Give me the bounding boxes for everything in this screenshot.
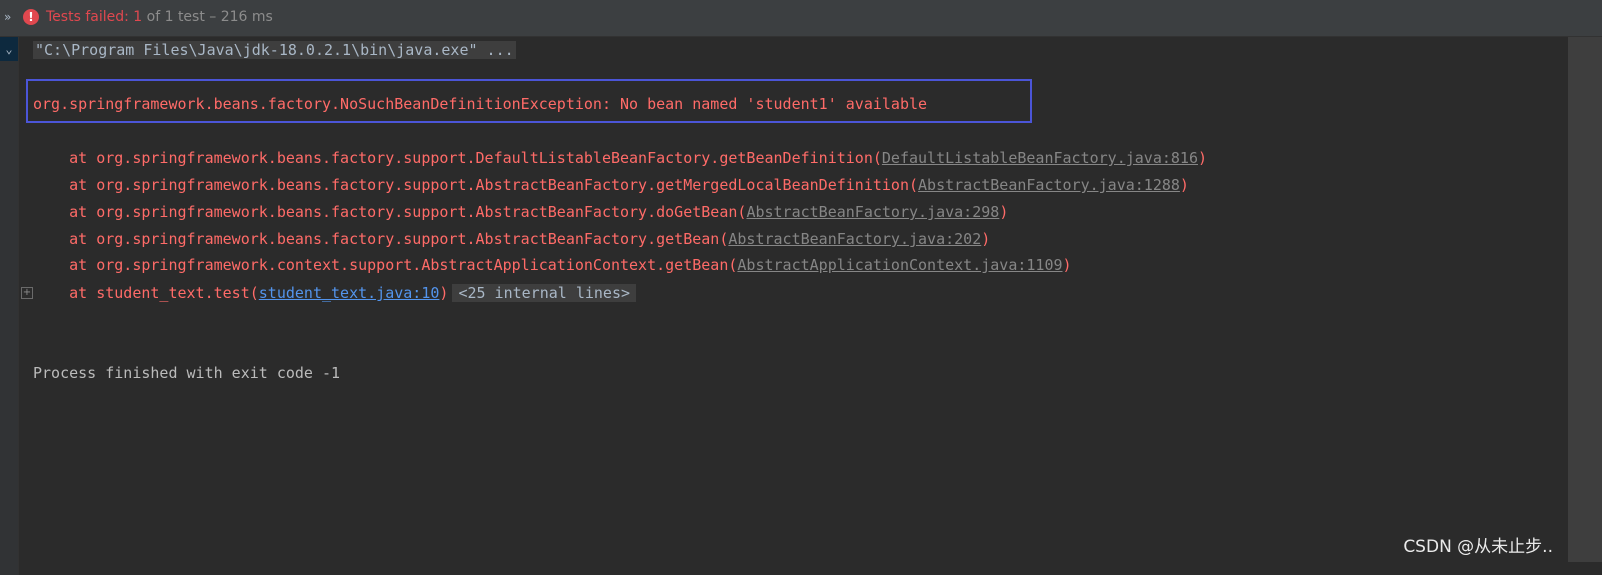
stack-frame: at org.springframework.beans.factory.sup… bbox=[33, 176, 1189, 194]
stack-frame: at org.springframework.context.support.A… bbox=[33, 256, 1072, 274]
stack-frame: at org.springframework.beans.factory.sup… bbox=[33, 203, 1009, 221]
expand-fold-icon[interactable]: + bbox=[21, 287, 33, 299]
chevron-down-icon[interactable]: ⌄ bbox=[0, 37, 18, 61]
watermark: CSDN @从未止步.. bbox=[1403, 537, 1553, 557]
source-link[interactable]: AbstractBeanFactory.java:298 bbox=[746, 203, 999, 221]
tests-failed-label: Tests failed: 1 bbox=[46, 9, 143, 25]
command-text[interactable]: "C:\Program Files\Java\jdk-18.0.2.1\bin\… bbox=[33, 41, 516, 59]
exclamation-circle-icon: ! bbox=[23, 9, 39, 25]
source-link[interactable]: AbstractApplicationContext.java:1109 bbox=[737, 256, 1062, 274]
stack-frame: at org.springframework.beans.factory.sup… bbox=[33, 230, 991, 248]
tests-summary: of 1 test – 216 ms bbox=[142, 9, 273, 25]
stack-frame: at org.springframework.beans.factory.sup… bbox=[33, 149, 1208, 167]
command-line: "C:\Program Files\Java\jdk-18.0.2.1\bin\… bbox=[33, 40, 516, 60]
scrollbar-thumb[interactable] bbox=[1568, 37, 1602, 562]
exception-line: org.springframework.beans.factory.NoSuch… bbox=[33, 95, 928, 113]
test-source-link[interactable]: student_text.java:10 bbox=[259, 284, 440, 302]
test-status-text: Tests failed: 1 of 1 test – 216 ms bbox=[46, 9, 273, 25]
test-status-bar: » ! Tests failed: 1 of 1 test – 216 ms bbox=[0, 0, 1602, 37]
source-link[interactable]: AbstractBeanFactory.java:1288 bbox=[918, 176, 1180, 194]
source-link[interactable]: DefaultListableBeanFactory.java:816 bbox=[882, 149, 1198, 167]
internal-lines-fold[interactable]: <25 internal lines> bbox=[452, 284, 637, 302]
console-gutter bbox=[0, 37, 19, 575]
exit-message: Process finished with exit code -1 bbox=[33, 364, 341, 382]
stack-frame-test: at student_text.test(student_text.java:1… bbox=[33, 283, 637, 303]
source-link[interactable]: AbstractBeanFactory.java:202 bbox=[728, 230, 981, 248]
double-chevron-right-icon[interactable]: » bbox=[4, 10, 11, 24]
